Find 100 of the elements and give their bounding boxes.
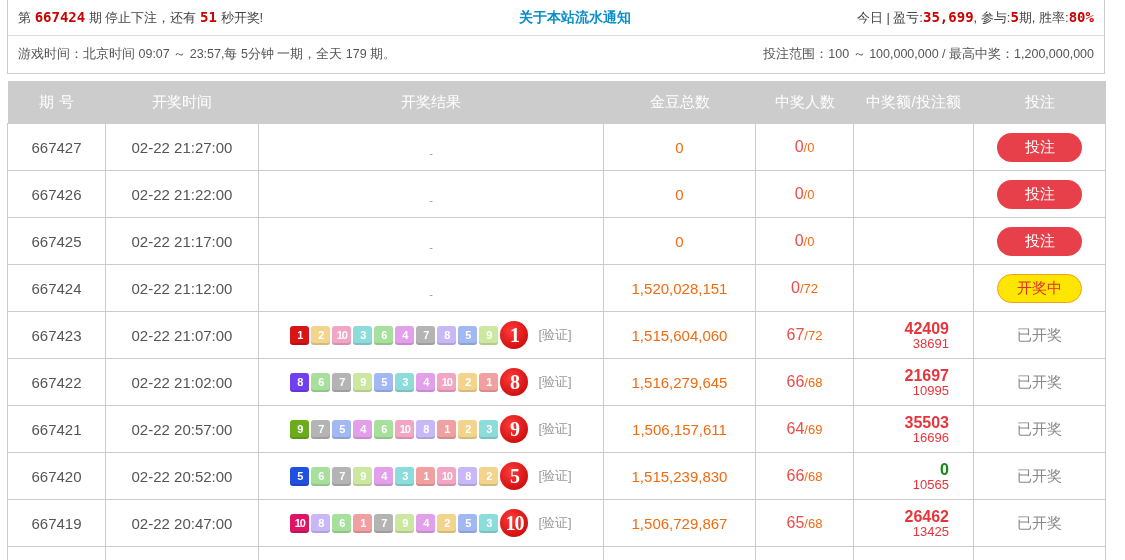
bet-amount: 10995 [911,383,949,397]
number-tile: 3 [395,466,415,486]
number-tile: 6 [311,466,331,486]
time-cell: 02-22 21:17:00 [105,217,259,265]
number-tile: 5 [290,466,310,486]
winner-count: 0/0 [794,138,815,155]
drawn-status: 已开奖 [1017,466,1062,484]
number-tile: 10 [437,372,457,392]
time-cell: 02-22 21:02:00 [105,358,259,406]
winner-count: 0/72 [791,279,818,296]
result-ball: 8 [500,368,529,396]
empty-result: - [429,193,433,206]
schedule-text: 游戏时间：北京时间 09:07 ～ 23:57,每 5分钟 一期，全天 179 期。 [18,46,397,63]
time-cell: 02-22 20:47:00 [105,499,259,547]
drawn-status: 已开奖 [1017,325,1062,343]
number-tile: 2 [458,419,478,439]
drawing-button[interactable]: 开奖中 [997,273,1082,303]
number-tile: 2 [479,466,499,486]
verify-link[interactable]: [验证] [538,420,572,438]
number-tile: 7 [374,513,394,533]
number-tile: 3 [395,372,415,392]
number-tile: 3 [479,419,499,439]
time-cell: 02-22 20:57:00 [105,405,259,453]
time-cell: 02-22 20:52:00 [105,452,259,500]
winner-count: 0/0 [794,232,815,249]
winner-count: 66/68 [786,373,823,390]
pool-cell: 0 [603,123,756,171]
empty-result: - [429,287,433,300]
notice-link[interactable]: 关于本站流水通知 [518,8,631,27]
verify-link[interactable]: [验证] [538,467,572,485]
bet-button[interactable]: 投注 [997,179,1082,209]
drawn-status: 已开奖 [1017,419,1062,437]
number-tile: 4 [395,325,415,345]
verify-link[interactable]: [验证] [538,514,572,532]
bet-range-text: 投注范围：100 ～ 100,000,000 / 最高中奖：1,200,000,000 [763,46,1094,63]
time-cell: 02-22 21:12:00 [105,264,259,312]
number-tile: 2 [311,325,331,345]
pool-cell: 1,520,028,151 [603,264,756,312]
number-tile: 8 [458,466,478,486]
number-tile: 3 [479,513,499,533]
number-tile: 2 [437,513,457,533]
number-tile: 6 [374,419,394,439]
winner-count: 66/68 [786,467,823,484]
pool-cell: 1,515,604,060 [603,311,756,359]
time-cell: 02-22 21:07:00 [105,311,259,359]
win-amount: 35503 [903,414,949,431]
pool-cell: 0 [603,170,756,218]
countdown-text: 第 667424 期 停止下注，还有 51 秒开奖! [18,8,264,27]
number-tile: 2 [458,372,478,392]
issue-cell: 667427 [7,123,106,171]
issue-cell: 667422 [7,358,106,406]
winner-count: 65/68 [786,514,823,531]
drawn-status: 已开奖 [1017,513,1062,531]
number-tile: 9 [290,419,310,439]
number-tile: 6 [332,513,352,533]
pool-cell: 0 [603,217,756,265]
empty-result: - [429,240,433,253]
number-tile: 6 [311,372,331,392]
pool-cell: 1,506,157,611 [603,405,756,453]
number-tile: 4 [374,466,394,486]
bet-amount: 38691 [911,336,949,350]
bet-amount: 13425 [911,524,949,538]
bet-button[interactable]: 投注 [997,132,1082,162]
pool-cell: 1,516,279,645 [603,358,756,406]
issue-cell: 667423 [7,311,106,359]
verify-link[interactable]: [验证] [538,373,572,391]
number-tile: 9 [353,372,373,392]
number-tile: 5 [458,513,478,533]
number-tile: 1 [479,372,499,392]
number-tile: 8 [437,325,457,345]
bet-amount: 16696 [911,430,949,444]
bet-button[interactable]: 投注 [997,226,1082,256]
today-stats: 今日 | 盈亏:35,699, 参与:5期, 胜率:80% [856,8,1094,27]
number-tile: 4 [416,372,436,392]
number-tile: 7 [332,372,352,392]
win-amount: 42409 [903,320,949,337]
drawn-status: 已开奖 [1017,372,1062,390]
win-amount: 21697 [903,367,949,384]
result-ball: 5 [500,462,529,490]
win-amount: 0 [939,461,949,478]
verify-link[interactable]: [验证] [538,326,572,344]
number-tile: 8 [416,419,436,439]
bet-amount: 10565 [911,477,949,491]
number-tile: 5 [332,419,352,439]
pool-cell: 1,506,729,867 [603,499,756,547]
issue-cell: 667419 [7,499,106,547]
number-tile: 9 [353,466,373,486]
number-tile: 1 [290,325,310,345]
number-tile: 3 [353,325,373,345]
number-tile: 4 [416,513,436,533]
issue-cell: 667426 [7,170,106,218]
number-tile: 9 [395,513,415,533]
number-tile: 10 [332,325,352,345]
number-tile: 9 [479,325,499,345]
winner-count: 67/72 [786,326,823,343]
win-amount: 26462 [903,508,949,525]
number-tile: 5 [374,372,394,392]
result-ball: 10 [500,509,529,537]
time-cell: 02-22 21:27:00 [105,123,259,171]
number-tile: 8 [311,513,331,533]
